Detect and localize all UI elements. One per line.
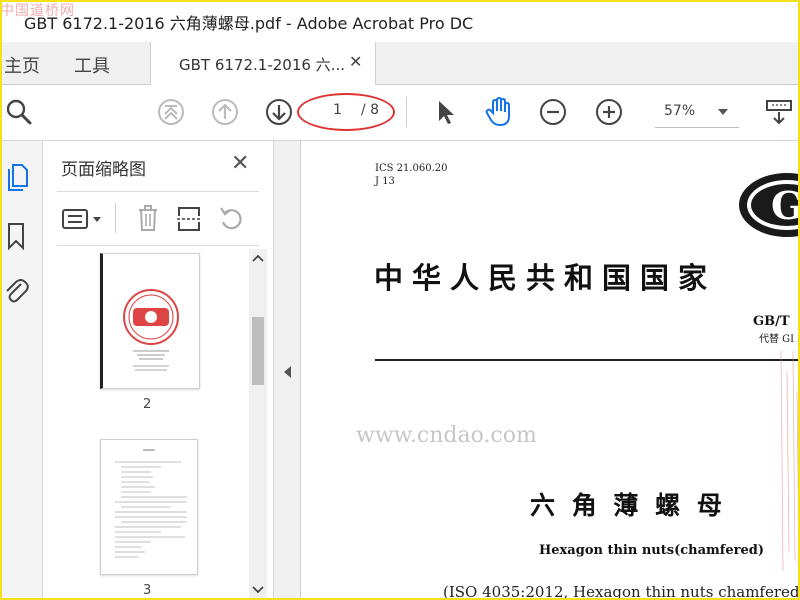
first-page-icon[interactable]	[156, 97, 186, 127]
scrollbar-thumb[interactable]	[252, 317, 264, 385]
previous-page-icon[interactable]	[210, 97, 240, 127]
gb-logo: G	[737, 169, 800, 239]
zoom-underline	[655, 127, 739, 128]
scroll-up-icon[interactable]	[252, 253, 264, 263]
extract-pages-icon[interactable]	[175, 203, 203, 233]
panel-collapse-strip[interactable]	[274, 141, 300, 600]
close-tab-icon[interactable]: ✕	[349, 52, 362, 71]
scan-marks	[777, 350, 800, 572]
standard-header: 中华人民共和国国家	[374, 261, 717, 295]
thumbnail-page-3-preview	[115, 449, 187, 558]
zoom-in-icon[interactable]	[594, 97, 624, 127]
panel-divider	[57, 245, 259, 246]
toolbar: 1 / 8 57%	[0, 85, 800, 141]
zoom-level[interactable]: 57%	[664, 103, 695, 119]
thumbnail-page-number: 2	[143, 397, 152, 412]
window-title: GBT 6172.1-2016 六角薄螺母.pdf - Adobe Acroba…	[24, 14, 474, 33]
search-icon[interactable]	[4, 97, 34, 127]
zoom-dropdown-icon[interactable]	[716, 105, 730, 119]
document-title-cn: 六 角 薄 螺 母	[530, 491, 726, 520]
thumbnail-panel: 页面缩略图 ✕ 2 3	[43, 141, 274, 600]
thumbnail-list: 2 3	[43, 249, 248, 600]
scan-marks-graphic	[780, 350, 800, 572]
gb-logo-graphic: G	[739, 173, 800, 237]
ics-code: ICS 21.060.20	[375, 163, 448, 174]
title-bar: 中国道桥网 GBT 6172.1-2016 六角薄螺母.pdf - Adobe …	[0, 0, 800, 42]
thumbnail-scrollbar[interactable]	[249, 249, 267, 600]
tab-bar: 主页 工具	[0, 42, 800, 85]
thumbnail-options-icon[interactable]	[61, 205, 105, 233]
document-view[interactable]: ICS 21.060.20 J 13 G 中华人民共和国国家 GB/T 代替 G…	[300, 141, 800, 600]
panel-toolbar-divider	[115, 203, 116, 233]
annotation-ellipse	[297, 93, 395, 131]
thumbnail-page-2-preview	[123, 289, 179, 371]
hand-tool-icon[interactable]	[482, 95, 516, 129]
replaces-code: 代替 GI	[759, 334, 795, 345]
scroll-down-icon[interactable]	[252, 585, 264, 595]
gb-logo-letter: G	[771, 183, 800, 228]
document-title-en: Hexagon thin nuts(chamfered)	[539, 543, 764, 558]
page-thumbnail[interactable]	[100, 439, 198, 575]
attachment-icon[interactable]	[2, 277, 30, 307]
tab-document-label: GBT 6172.1-2016 六...	[179, 56, 345, 74]
tab-document[interactable]: GBT 6172.1-2016 六... ✕	[150, 42, 376, 85]
collapse-panel-icon[interactable]	[283, 365, 293, 379]
next-page-icon[interactable]	[264, 97, 294, 127]
zoom-out-icon[interactable]	[538, 97, 568, 127]
navigation-rail	[0, 141, 43, 600]
rotate-page-icon[interactable]	[217, 203, 245, 233]
close-panel-icon[interactable]: ✕	[231, 151, 249, 176]
j-code: J 13	[375, 176, 395, 187]
standard-code: GB/T	[753, 314, 790, 329]
scroll-mode-icon[interactable]	[762, 97, 796, 127]
thumbnail-page-number: 3	[143, 583, 152, 598]
page-thumbnail[interactable]	[100, 253, 200, 389]
toolbar-divider	[406, 97, 407, 127]
page-thumbnails-icon[interactable]	[4, 161, 30, 193]
iso-reference: (ISO 4035:2012, Hexagon thin nuts chamfe…	[443, 583, 800, 600]
bookmark-icon[interactable]	[4, 221, 28, 251]
delete-page-icon[interactable]	[135, 203, 161, 233]
select-cursor-icon[interactable]	[430, 97, 460, 127]
tab-home[interactable]: 主页	[4, 52, 40, 78]
panel-title: 页面缩略图	[61, 160, 146, 180]
site-watermark: www.cndao.com	[356, 423, 537, 448]
tab-tools[interactable]: 工具	[74, 52, 110, 78]
panel-divider	[57, 191, 259, 192]
header-rule	[375, 359, 800, 361]
